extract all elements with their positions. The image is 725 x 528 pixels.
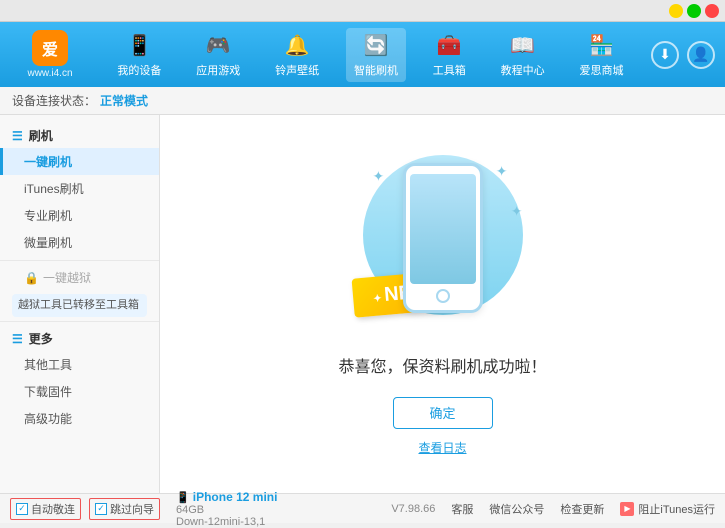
header: 爱 www.i4.cn 📱 我的设备 🎮 应用游戏 🔔 铃声壁纸 🔄 智能刷机 … <box>0 22 725 87</box>
illustration: ✦ ✦ ✦ NEW <box>343 153 543 333</box>
via-wizard-label: 跳过向导 <box>110 501 154 517</box>
itunes-stop[interactable]: ▶ 阻止iTunes运行 <box>620 501 715 517</box>
sidebar-item-one-click-flash[interactable]: 一键刷机 <box>0 148 159 175</box>
nav-label-toolbox: 工具箱 <box>433 62 466 78</box>
nav-label-smart-flash: 智能刷机 <box>354 62 398 78</box>
sidebar-item-advanced[interactable]: 高级功能 <box>0 405 159 432</box>
nav-items: 📱 我的设备 🎮 应用游戏 🔔 铃声壁纸 🔄 智能刷机 🧰 工具箱 📖 教程中心… <box>100 28 641 82</box>
device-firmware: Down-12mini-13,1 <box>176 516 277 528</box>
logo-icon: 爱 <box>32 30 68 66</box>
status-bar: 设备连接状态： 正常模式 <box>0 87 725 115</box>
my-device-icon: 📱 <box>125 32 153 60</box>
more-section-label: 更多 <box>29 330 53 347</box>
phone-screen <box>410 174 476 284</box>
nav-item-ringtone[interactable]: 🔔 铃声壁纸 <box>267 28 327 82</box>
auto-connect-checkbox-wrapper[interactable]: 自动敬连 <box>10 498 81 520</box>
version-text: V7.98.66 <box>391 503 435 515</box>
status-label: 设备连接状态： <box>12 92 96 109</box>
sidebar-section-more: ☰ 更多 <box>0 326 159 351</box>
device-info: 📱 iPhone 12 mini 64GB Down-12mini-13,1 <box>176 490 277 528</box>
sparkle-2: ✦ <box>496 163 508 180</box>
bottom-right: V7.98.66 客服 微信公众号 检查更新 ▶ 阻止iTunes运行 <box>391 501 715 517</box>
lock-icon: 🔒 <box>24 271 39 285</box>
sidebar-item-download-firmware[interactable]: 下载固件 <box>0 378 159 405</box>
nav-label-apps-games: 应用游戏 <box>196 62 240 78</box>
via-wizard-checkbox-wrapper[interactable]: 跳过向导 <box>89 498 160 520</box>
sparkle-1: ✦ <box>373 168 385 185</box>
smart-flash-icon: 🔄 <box>362 32 390 60</box>
itunes-stop-label: 阻止iTunes运行 <box>638 501 715 517</box>
jailbreak-label: 一键越狱 <box>43 269 91 286</box>
sidebar-jailbreak-notice: 越狱工具已转移至工具箱 <box>12 294 147 317</box>
nav-item-my-device[interactable]: 📱 我的设备 <box>109 28 169 82</box>
nav-item-toolbox[interactable]: 🧰 工具箱 <box>425 28 474 82</box>
sidebar-divider-2 <box>0 321 159 322</box>
nav-item-apps-games[interactable]: 🎮 应用游戏 <box>188 28 248 82</box>
main-layout: ☰ 刷机 一键刷机 iTunes刷机 专业刷机 微量刷机 🔒 一键越狱 越狱工具… <box>0 115 725 493</box>
auto-connect-label: 自动敬连 <box>31 501 75 517</box>
sidebar-section-flash: ☰ 刷机 <box>0 123 159 148</box>
nav-label-store: 爱思商城 <box>579 62 623 78</box>
nav-label-my-device: 我的设备 <box>117 62 161 78</box>
sidebar-divider-1 <box>0 260 159 261</box>
nav-item-smart-flash[interactable]: 🔄 智能刷机 <box>346 28 406 82</box>
toolbox-icon: 🧰 <box>435 32 463 60</box>
check-update-link[interactable]: 检查更新 <box>560 501 604 517</box>
sidebar-item-itunes-flash[interactable]: iTunes刷机 <box>0 175 159 202</box>
sparkle-3: ✦ <box>511 203 523 220</box>
title-bar <box>0 0 725 22</box>
sidebar-jailbreak-disabled: 🔒 一键越狱 <box>0 265 159 290</box>
sidebar-item-pro-flash[interactable]: 专业刷机 <box>0 202 159 229</box>
tutorial-icon: 📖 <box>509 32 537 60</box>
device-name: iPhone 12 mini <box>193 490 278 504</box>
store-icon: 🏪 <box>587 32 615 60</box>
nav-item-tutorial[interactable]: 📖 教程中心 <box>493 28 553 82</box>
minimize-btn[interactable] <box>669 4 683 18</box>
itunes-icon: ▶ <box>620 502 634 516</box>
wechat-link[interactable]: 微信公众号 <box>489 501 544 517</box>
device-phone-icon: 📱 <box>176 492 190 504</box>
nav-label-ringtone: 铃声壁纸 <box>275 62 319 78</box>
more-section-icon: ☰ <box>12 332 23 346</box>
nav-item-store[interactable]: 🏪 爱思商城 <box>571 28 631 82</box>
logo-url: www.i4.cn <box>27 68 72 79</box>
close-btn[interactable] <box>705 4 719 18</box>
nav-label-tutorial: 教程中心 <box>501 62 545 78</box>
flash-section-label: 刷机 <box>29 127 53 144</box>
via-wizard-checkbox[interactable] <box>95 503 107 515</box>
auto-connect-checkbox[interactable] <box>16 503 28 515</box>
main-content: ✦ ✦ ✦ NEW 恭喜您，保资料刷机成功啦！ 确定 查看日志 <box>160 115 725 493</box>
logo[interactable]: 爱 www.i4.cn <box>10 30 90 79</box>
maximize-btn[interactable] <box>687 4 701 18</box>
status-value: 正常模式 <box>100 92 148 109</box>
bottom-left: 自动敬连 跳过向导 📱 iPhone 12 mini 64GB Down-12m… <box>10 490 391 528</box>
device-storage: 64GB <box>176 504 277 516</box>
bottom-bar: 自动敬连 跳过向导 📱 iPhone 12 mini 64GB Down-12m… <box>0 493 725 523</box>
header-right: ⬇ 👤 <box>651 41 715 69</box>
sidebar-item-other-tools[interactable]: 其他工具 <box>0 351 159 378</box>
confirm-button[interactable]: 确定 <box>393 397 493 429</box>
user-btn[interactable]: 👤 <box>687 41 715 69</box>
goto-log-link[interactable]: 查看日志 <box>418 439 466 456</box>
customer-service-link[interactable]: 客服 <box>451 501 473 517</box>
download-btn[interactable]: ⬇ <box>651 41 679 69</box>
sidebar-item-micro-flash[interactable]: 微量刷机 <box>0 229 159 256</box>
apps-games-icon: 🎮 <box>204 32 232 60</box>
success-text: 恭喜您，保资料刷机成功啦！ <box>338 353 546 377</box>
flash-section-icon: ☰ <box>12 129 23 143</box>
ringtone-icon: 🔔 <box>283 32 311 60</box>
sidebar: ☰ 刷机 一键刷机 iTunes刷机 专业刷机 微量刷机 🔒 一键越狱 越狱工具… <box>0 115 160 493</box>
phone-home-btn <box>436 289 450 303</box>
